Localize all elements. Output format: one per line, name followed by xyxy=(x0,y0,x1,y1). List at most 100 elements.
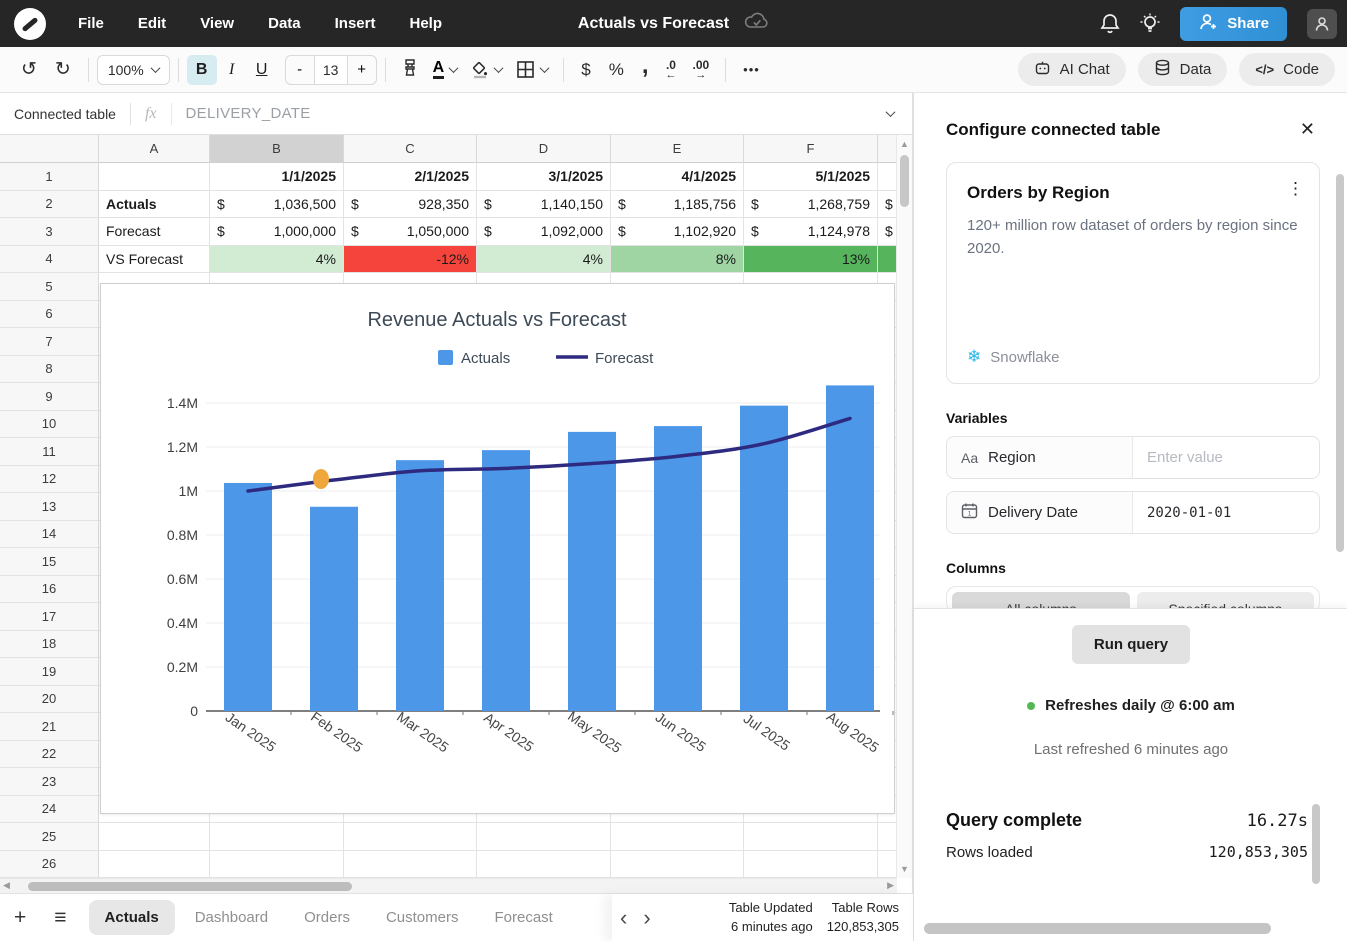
cell[interactable]: 4/1/2025 xyxy=(611,163,744,191)
more-options-icon[interactable]: ••• xyxy=(734,63,769,76)
cell[interactable]: -12% xyxy=(344,246,477,274)
row-header-6[interactable]: 6 xyxy=(0,301,99,329)
cell[interactable] xyxy=(344,851,477,879)
row-header-3[interactable]: 3 xyxy=(0,218,99,246)
cell[interactable] xyxy=(878,823,897,851)
cell[interactable] xyxy=(878,246,897,274)
scroll-right-icon[interactable]: ▶ xyxy=(887,880,894,891)
menu-insert[interactable]: Insert xyxy=(335,15,376,32)
menu-edit[interactable]: Edit xyxy=(138,15,166,32)
close-icon[interactable]: ✕ xyxy=(1300,119,1315,140)
cell[interactable]: 13% xyxy=(744,246,878,274)
cell[interactable]: $ xyxy=(878,191,897,219)
cell[interactable]: $1,124,978 xyxy=(744,218,878,246)
menu-data[interactable]: Data xyxy=(268,15,301,32)
cell[interactable]: 1/1/2025 xyxy=(210,163,344,191)
cell[interactable]: 2/1/2025 xyxy=(344,163,477,191)
scroll-up-icon[interactable]: ▲ xyxy=(900,139,909,149)
tab-customers[interactable]: Customers xyxy=(370,900,475,935)
borders-button[interactable] xyxy=(509,60,555,79)
row-header-10[interactable]: 10 xyxy=(0,411,99,439)
decrease-decimal-icon[interactable]: .0← xyxy=(657,59,684,81)
data-panel-button[interactable]: Data xyxy=(1138,53,1228,86)
cell[interactable]: $1,000,000 xyxy=(210,218,344,246)
cell[interactable]: 3/1/2025 xyxy=(477,163,611,191)
prev-tab-icon[interactable]: ‹ xyxy=(612,907,635,929)
row-header-14[interactable]: 14 xyxy=(0,521,99,549)
column-header-C[interactable]: C xyxy=(344,135,477,163)
row-header-5[interactable]: 5 xyxy=(0,273,99,301)
cell[interactable] xyxy=(210,823,344,851)
share-button[interactable]: Share xyxy=(1180,7,1287,41)
cell[interactable]: VS Forecast xyxy=(99,246,210,274)
cell[interactable] xyxy=(344,823,477,851)
cell[interactable] xyxy=(611,851,744,879)
formula-input[interactable]: DELIVERY_DATE xyxy=(172,105,887,122)
row-header-20[interactable]: 20 xyxy=(0,686,99,714)
sheet-list-menu-icon[interactable]: ≡ xyxy=(40,906,80,930)
panel-horizontal-scroll-thumb[interactable] xyxy=(924,923,1271,934)
cell[interactable] xyxy=(878,163,897,191)
row-header-8[interactable]: 8 xyxy=(0,356,99,384)
ai-chat-button[interactable]: AI Chat xyxy=(1018,53,1126,86)
add-sheet-button[interactable]: + xyxy=(0,906,40,930)
row-header-1[interactable]: 1 xyxy=(0,163,99,191)
next-tab-icon[interactable]: › xyxy=(635,907,658,929)
row-header-2[interactable]: 2 xyxy=(0,191,99,219)
row-header-15[interactable]: 15 xyxy=(0,548,99,576)
cell[interactable]: $1,050,000 xyxy=(344,218,477,246)
scroll-left-icon[interactable]: ◀ xyxy=(3,880,10,891)
tab-actuals[interactable]: Actuals xyxy=(89,900,175,935)
row-header-9[interactable]: 9 xyxy=(0,383,99,411)
tab-forecast[interactable]: Forecast xyxy=(478,900,568,935)
bold-button[interactable]: B xyxy=(187,55,217,85)
kebab-menu-icon[interactable]: ⋮ xyxy=(1287,179,1305,199)
cell[interactable]: $ xyxy=(878,218,897,246)
vertical-scrollbar[interactable]: ▲ ▼ xyxy=(896,135,912,878)
grid-corner[interactable] xyxy=(0,135,99,163)
tab-dashboard[interactable]: Dashboard xyxy=(179,900,284,935)
cell[interactable] xyxy=(744,851,878,879)
redo-icon[interactable]: ↻ xyxy=(46,60,80,79)
cell[interactable]: 4% xyxy=(210,246,344,274)
font-size-increase-button[interactable]: + xyxy=(348,56,376,84)
region-value-input[interactable]: Enter value xyxy=(1147,449,1223,466)
cell[interactable]: $1,185,756 xyxy=(611,191,744,219)
row-header-16[interactable]: 16 xyxy=(0,576,99,604)
menu-view[interactable]: View xyxy=(200,15,234,32)
column-header-A[interactable]: A xyxy=(99,135,210,163)
cell[interactable]: 4% xyxy=(477,246,611,274)
delivery-date-value-input[interactable]: 2020-01-01 xyxy=(1147,505,1231,521)
font-size-decrease-button[interactable]: - xyxy=(286,56,314,84)
cell[interactable]: $928,350 xyxy=(344,191,477,219)
row-header-7[interactable]: 7 xyxy=(0,328,99,356)
lightbulb-idea-icon[interactable] xyxy=(1140,13,1160,35)
row-header-24[interactable]: 24 xyxy=(0,796,99,824)
cell[interactable] xyxy=(744,823,878,851)
cell[interactable] xyxy=(477,823,611,851)
increase-decimal-icon[interactable]: .00→ xyxy=(684,59,717,81)
formula-bar-expand-icon[interactable] xyxy=(886,107,896,117)
underline-button[interactable]: U xyxy=(247,55,277,85)
code-panel-button[interactable]: </> Code xyxy=(1239,53,1335,86)
row-header-19[interactable]: 19 xyxy=(0,658,99,686)
row-header-4[interactable]: 4 xyxy=(0,246,99,274)
column-header-D[interactable]: D xyxy=(477,135,611,163)
cell[interactable] xyxy=(210,851,344,879)
cell[interactable] xyxy=(99,823,210,851)
row-header-21[interactable]: 21 xyxy=(0,713,99,741)
account-avatar-button[interactable] xyxy=(1307,9,1337,39)
run-query-button[interactable]: Run query xyxy=(1072,625,1190,664)
paint-format-icon[interactable] xyxy=(394,58,426,81)
embedded-chart[interactable]: Revenue Actuals vs ForecastActualsForeca… xyxy=(100,283,895,814)
row-header-26[interactable]: 26 xyxy=(0,851,99,879)
column-header-F[interactable]: F xyxy=(744,135,878,163)
comma-format-icon[interactable]: , xyxy=(633,54,658,78)
percent-format-icon[interactable]: % xyxy=(600,61,633,78)
row-header-12[interactable]: 12 xyxy=(0,466,99,494)
tab-orders[interactable]: Orders xyxy=(288,900,366,935)
panel-scroll-thumb[interactable] xyxy=(1336,174,1344,552)
row-header-17[interactable]: 17 xyxy=(0,603,99,631)
zoom-level-dropdown[interactable]: 100% xyxy=(97,55,170,85)
column-header-partial[interactable] xyxy=(878,135,897,163)
